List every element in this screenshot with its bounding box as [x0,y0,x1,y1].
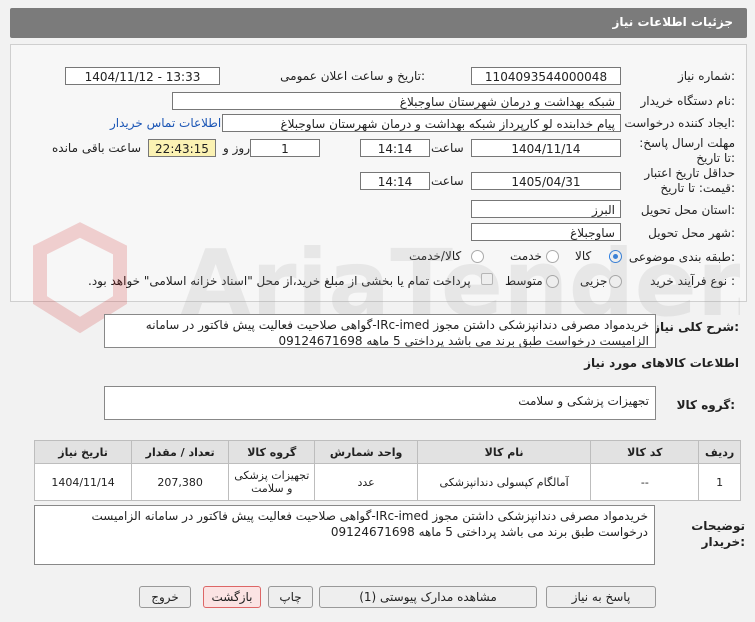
reply-time-label: ساعت [431,141,464,155]
buyer-org-label: نام دستگاه خریدار: [640,94,736,108]
remaining-time-field: 22:43:15 [148,139,216,157]
print-button[interactable]: چاپ [268,586,313,608]
treasury-checkbox[interactable] [481,273,493,285]
col-row: ردیف [698,440,741,464]
col-quantity: تعداد / مقدار [131,440,230,464]
category-option-goods: کالا [575,249,592,263]
reply-time-field: 14:14 [360,139,430,157]
goods-group-label: گروه کالا: [676,398,735,412]
reply-deadline-label: مهلت ارسال پاسخ: تا تاریخ: [639,136,735,165]
process-option-minor: جزیی [580,274,608,288]
reply-date-field: 1404/11/14 [471,139,621,157]
need-number-field: 1104093544000048 [471,67,621,85]
header-bar: جزئیات اطلاعات نیاز [10,8,747,38]
need-number-label: شماره نیاز: [677,69,735,83]
exit-button[interactable]: خروج [139,586,191,608]
cell-code: -- [590,463,700,501]
col-name: نام کالا [416,440,592,464]
buyer-contact-link[interactable]: اطلاعات تماس خریدار [110,116,221,130]
goods-group-field: تجهیزات پزشکی و سلامت [104,386,656,420]
col-group: گروه کالا [228,440,316,464]
city-label: شهر محل تحویل: [648,226,735,240]
buyer-org-field: شبکه بهداشت و درمان شهرستان ساوجبلاغ [172,92,621,110]
category-radio-goods[interactable] [609,250,622,263]
back-button[interactable]: بازگشت [203,586,261,608]
announce-label: تاریخ و ساعت اعلان عمومی: [280,69,425,83]
validity-time-field: 14:14 [360,172,430,190]
validity-label: حداقل تاریخ اعتبار قیمت: تا تاریخ: [644,166,735,195]
cell-name: آمالگام کپسولی دندانپزشکی [416,463,592,501]
category-radio-service[interactable] [546,250,559,263]
col-date: تاریخ نیاز [33,440,133,464]
creator-label: ایجاد کننده درخواست: [624,116,735,130]
buyer-notes-text: خریدمواد مصرفی دندانپزشکی داشتن مجوز IRc… [34,505,655,565]
treasury-note: پرداخت تمام یا بخشی از مبلغ خرید،از محل … [88,274,471,288]
table-header-row: ردیف کد کالا نام کالا واحد شمارش گروه کا… [33,440,741,464]
announce-field: 1404/11/12 - 13:33 [65,67,220,85]
validity-time-label: ساعت [431,174,464,188]
reply-button[interactable]: پاسخ به نیاز [546,586,656,608]
days-label: روز و [223,141,250,155]
goods-info-title: اطلاعات کالاهای مورد نیاز [584,356,739,370]
view-attachments-button[interactable]: مشاهده مدارک پیوستی (1) [319,586,537,608]
cell-quantity: 207,380 [131,463,230,501]
process-radio-minor[interactable] [609,275,622,288]
creator-field: پیام خدابنده لو کارپرداز شبکه بهداشت و د… [222,114,621,132]
col-code: کد کالا [590,440,700,464]
summary-text: خریدمواد مصرفی دندانپزشکی داشتن مجوز IRc… [104,314,656,348]
process-label: نوع فرآیند خرید : [650,274,735,288]
page-title: جزئیات اطلاعات نیاز [612,15,733,29]
table-row[interactable]: 1 -- آمالگام کپسولی دندانپزشکی عدد تجهیز… [33,463,741,501]
days-field: 1 [250,139,320,157]
category-radio-goods-service[interactable] [471,250,484,263]
buyer-notes-label: توضیحات خریدار: [691,519,745,549]
cell-unit: عدد [314,463,418,501]
process-radio-medium[interactable] [546,275,559,288]
province-field: البرز [471,200,621,218]
province-label: استان محل تحویل: [640,203,735,217]
category-label: طبقه بندی موضوعی: [628,250,735,264]
col-unit: واحد شمارش [314,440,418,464]
category-option-goods-service: کالا/خدمت [409,249,462,263]
cell-group: تجهیزات پزشکی و سلامت [228,463,316,501]
summary-label: شرح کلی نیاز: [653,320,739,334]
cell-row: 1 [698,463,741,501]
page-header: جزئیات اطلاعات نیاز [0,0,755,42]
process-option-medium: متوسط [505,274,543,288]
goods-table: ردیف کد کالا نام کالا واحد شمارش گروه کا… [33,440,741,501]
city-field: ساوجبلاغ [471,223,621,241]
category-option-service: خدمت [510,249,542,263]
validity-date-field: 1405/04/31 [471,172,621,190]
remaining-label: ساعت باقی مانده [52,141,142,155]
cell-date: 1404/11/14 [33,463,133,501]
